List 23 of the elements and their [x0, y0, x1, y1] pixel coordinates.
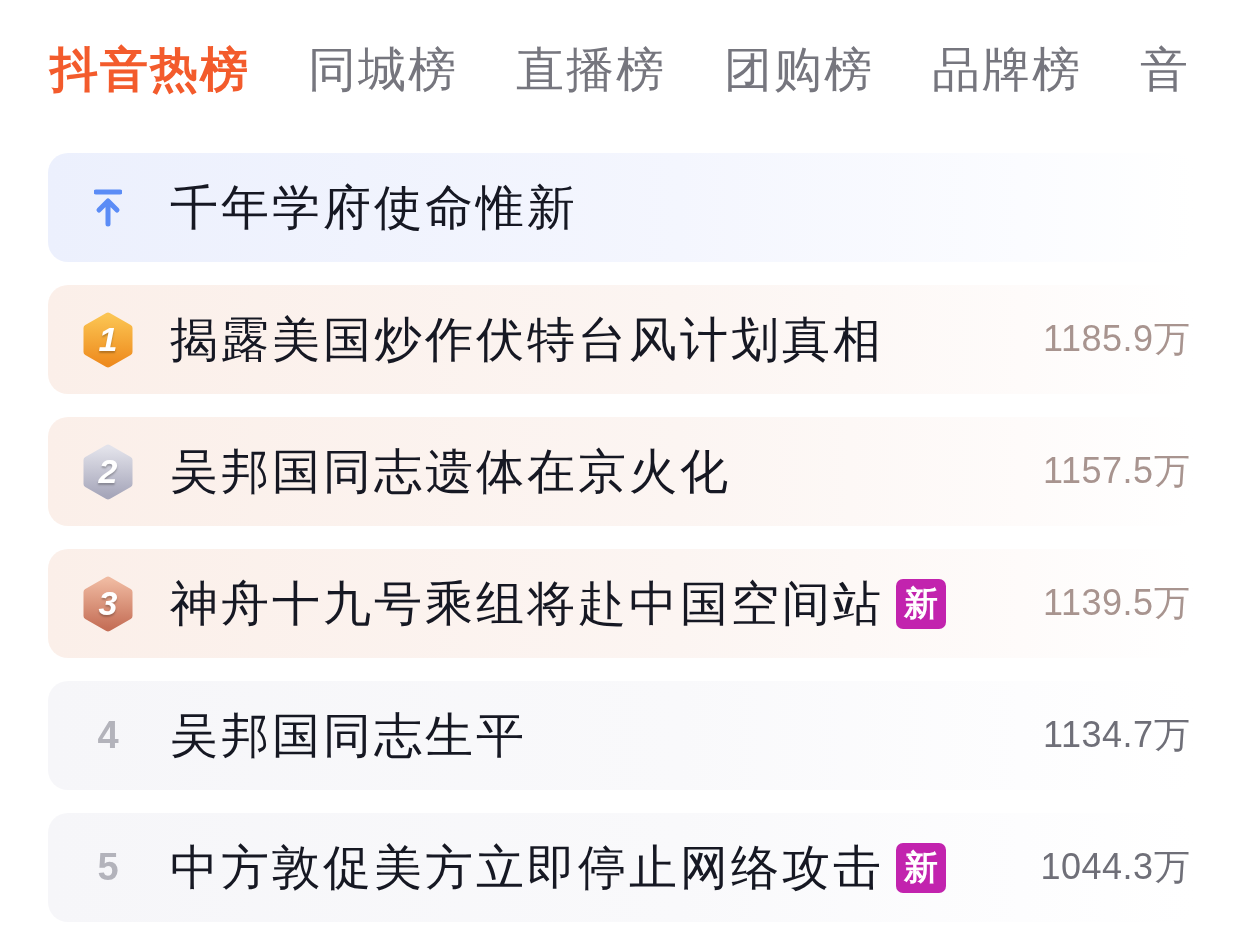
topic-title[interactable]: 吴邦国同志遗体在京火化 [170, 439, 731, 504]
rank-number: 4 [97, 714, 119, 757]
topic-title[interactable]: 吴邦国同志生平 [170, 703, 527, 768]
rank-badge: 1 [83, 311, 133, 368]
new-badge: 新 [896, 578, 946, 629]
topic-title[interactable]: 揭露美国炒作伏特台风计划真相 [170, 307, 884, 372]
pin-to-top-icon [94, 188, 122, 227]
tab[interactable]: 品牌榜 [932, 40, 1082, 100]
rank-badge: 3 [83, 575, 133, 632]
heat-count: 1134.7万 [1043, 713, 1190, 757]
tab[interactable]: 音 [1140, 40, 1190, 100]
new-badge: 新 [896, 842, 946, 893]
rank-badge: 2 [83, 443, 133, 500]
tab[interactable]: 直播榜 [516, 40, 666, 100]
heat-count: 1185.9万 [1043, 317, 1190, 361]
topic-title[interactable]: 中方敦促美方立即停止网络攻击 [170, 835, 884, 900]
tab[interactable]: 团购榜 [724, 40, 874, 100]
heat-count: 1157.5万 [1043, 449, 1190, 493]
topic-title[interactable]: 神舟十九号乘组将赴中国空间站 [170, 571, 884, 636]
tab[interactable]: 同城榜 [308, 40, 458, 100]
heat-count: 1139.5万 [1043, 581, 1190, 625]
heat-count: 1044.3万 [1040, 845, 1190, 889]
rank-number: 5 [97, 846, 119, 889]
